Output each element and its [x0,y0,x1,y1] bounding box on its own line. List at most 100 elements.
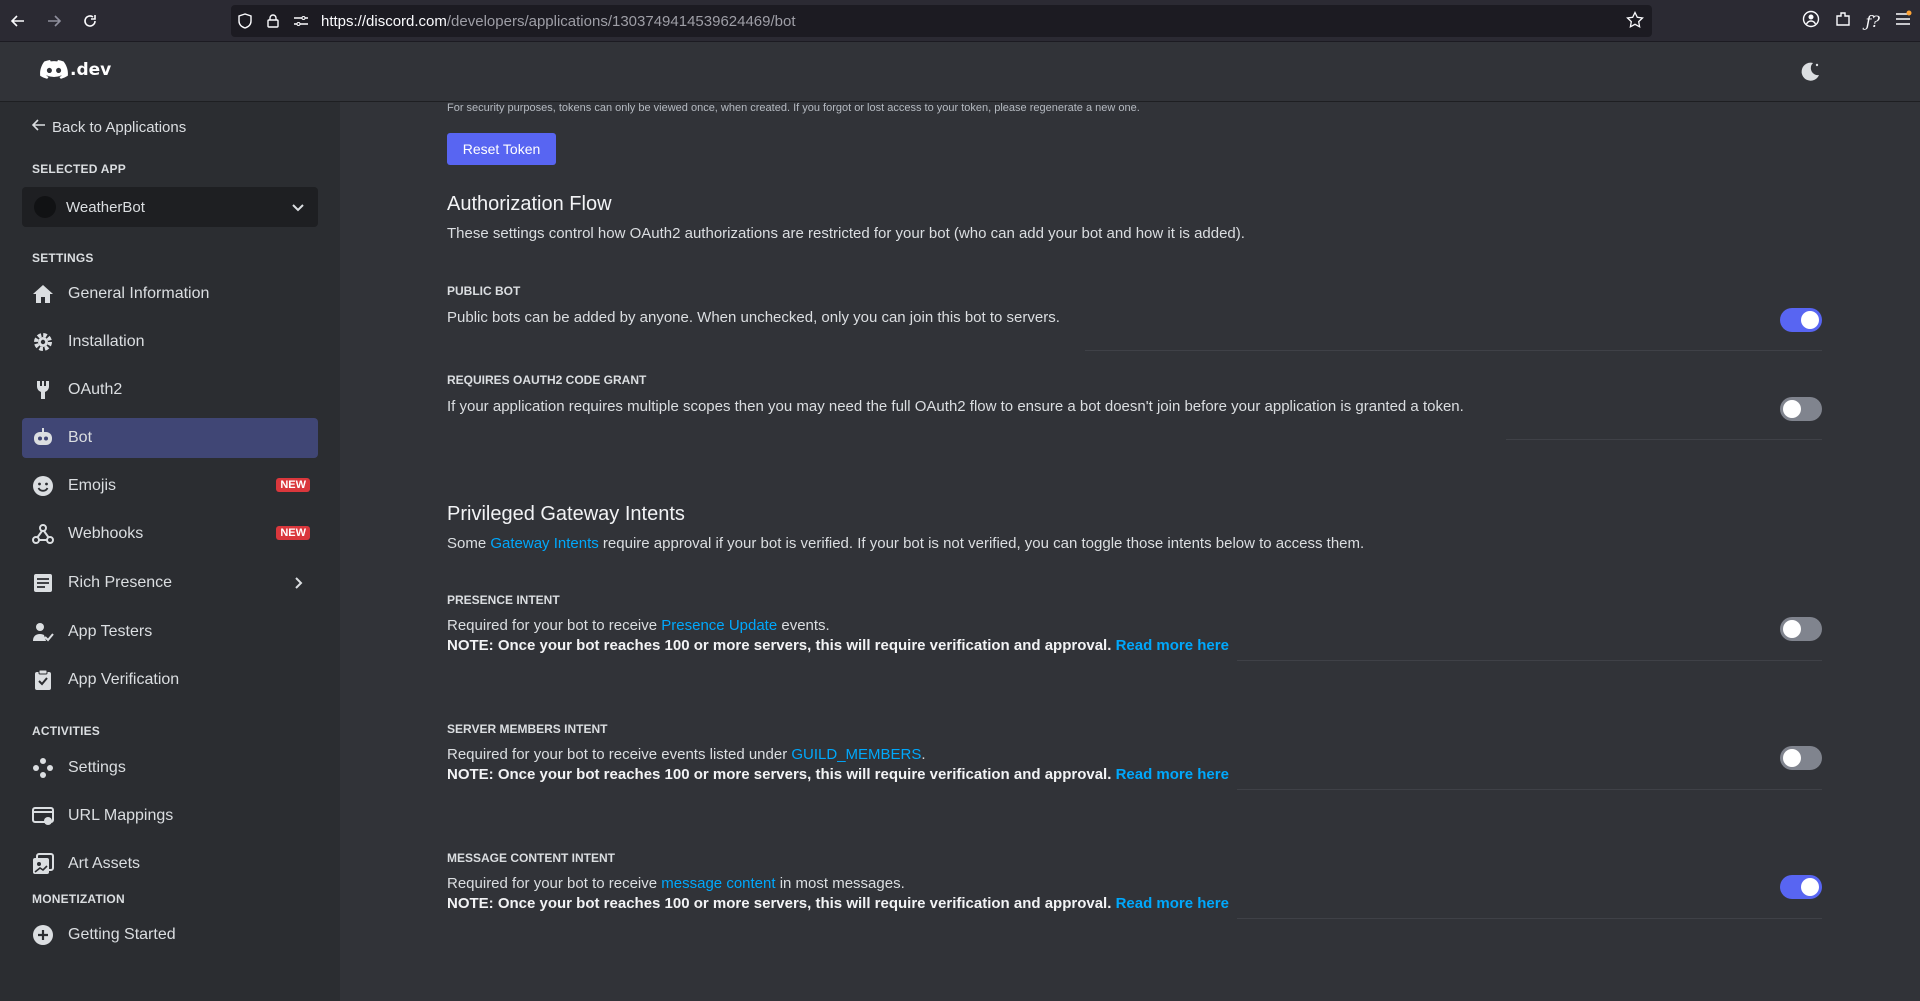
server-members-intent-toggle[interactable] [1780,746,1822,770]
sidebar-item-bot[interactable]: Bot [22,418,318,458]
smile-icon [30,473,56,499]
message-content-intent-description: Required for your bot to receive message… [447,875,905,892]
guild-members-link[interactable]: GUILD_MEMBERS [791,746,921,763]
monetization-heading: MONETIZATION [32,892,125,906]
gateway-intents-link[interactable]: Gateway Intents [490,535,598,552]
back-label: Back to Applications [52,118,187,136]
authorization-flow-description: These settings control how OAuth2 author… [447,225,1245,242]
note-text: NOTE: Once your bot reaches 100 or more … [447,637,1116,654]
reload-icon[interactable] [72,0,108,42]
back-to-applications-link[interactable]: Back to Applications [31,118,187,136]
sidebar-item-getting-started[interactable]: Getting Started [22,915,318,955]
image-icon [30,851,56,877]
sidebar-item-art-assets[interactable]: Art Assets [22,844,318,884]
sidebar-item-label: Getting Started [68,926,176,943]
public-bot-toggle[interactable] [1780,308,1822,332]
extensions-icon[interactable] [1834,10,1852,33]
browser-toolbar: https://discord.com/developers/applicati… [0,0,1920,42]
sidebar-item-label: General Information [68,285,210,302]
menu-icon[interactable] [1894,10,1912,33]
sidebar-item-label: OAuth2 [68,381,123,398]
divider [1237,789,1822,790]
toggle-knob [1783,400,1801,418]
shield-icon[interactable] [231,13,259,29]
code-grant-description: If your application requires multiple sc… [447,398,1464,415]
lock-icon[interactable] [259,14,287,28]
presence-intent-toggle[interactable] [1780,617,1822,641]
selected-app-name: WeatherBot [66,198,145,216]
reset-token-button[interactable]: Reset Token [447,133,556,165]
read-more-link[interactable]: Read more here [1116,766,1229,783]
desc-text: in most messages. [775,875,905,892]
sidebar-item-activity-settings[interactable]: Settings [22,748,318,788]
sidebar-item-app-verification[interactable]: App Verification [22,660,318,700]
message-content-link[interactable]: message content [661,875,775,892]
browser-actions: ƒ? [1802,0,1913,42]
desc-text: Required for your bot to receive [447,875,662,892]
code-grant-toggle[interactable] [1780,397,1822,421]
clipboard-check-icon [30,667,56,693]
arrow-left-icon [31,118,46,136]
message-content-intent-toggle[interactable] [1780,875,1822,899]
main-content: For security purposes, tokens can only b… [340,102,1920,1001]
presence-update-link[interactable]: Presence Update [661,617,777,634]
home-icon [30,281,56,307]
sidebar-item-emojis[interactable]: Emojis NEW [22,466,318,506]
note-text: NOTE: Once your bot reaches 100 or more … [447,895,1116,912]
bookmark-star-icon[interactable] [1626,10,1644,34]
note-text: NOTE: Once your bot reaches 100 or more … [447,766,1116,783]
sidebar-item-webhooks[interactable]: Webhooks NEW [22,514,318,554]
gamepad-icon [30,755,56,781]
public-bot-description: Public bots can be added by anyone. When… [447,309,1060,326]
theme-toggle-moon-icon[interactable] [1798,60,1822,89]
desc-text: . [921,746,926,763]
chevron-down-icon [290,199,306,220]
sidebar-item-label: URL Mappings [68,807,174,824]
read-more-link[interactable]: Read more here [1116,637,1229,654]
sidebar-item-url-mappings[interactable]: URL Mappings [22,796,318,836]
read-more-link[interactable]: Read more here [1116,895,1229,912]
sidebar-item-label: Settings [68,759,126,776]
back-arrow-icon[interactable] [0,0,36,42]
settings-heading: SETTINGS [32,251,94,265]
permissions-icon[interactable] [287,15,315,27]
discord-dev-logo[interactable]: .dev [40,60,111,80]
sidebar-item-installation[interactable]: Installation [22,322,318,362]
code-grant-label: REQUIRES OAUTH2 CODE GRANT [447,373,647,387]
divider [1506,439,1822,440]
sidebar-item-label: App Verification [68,671,180,688]
list-icon [30,570,56,596]
url-mapping-icon [30,803,56,829]
sidebar-item-rich-presence[interactable]: Rich Presence [22,563,318,603]
sidebar-item-label: App Testers [68,623,153,640]
sidebar: Back to Applications SELECTED APP Weathe… [0,102,340,1001]
public-bot-label: PUBLIC BOT [447,284,521,298]
toggle-knob [1801,878,1819,896]
bot-icon [30,425,56,451]
account-icon[interactable] [1802,10,1820,33]
app-avatar [34,196,56,218]
app-selector-dropdown[interactable]: WeatherBot [22,187,318,227]
sidebar-item-label: Webhooks [68,525,144,542]
sidebar-item-app-testers[interactable]: App Testers [22,612,318,652]
sidebar-item-oauth2[interactable]: OAuth2 [22,370,318,410]
sidebar-item-label: Installation [68,333,145,350]
new-badge: NEW [276,526,310,540]
presence-intent-label: PRESENCE INTENT [447,593,560,607]
forward-arrow-icon[interactable] [36,0,72,42]
sidebar-item-general-information[interactable]: General Information [22,274,318,314]
server-members-intent-description: Required for your bot to receive events … [447,746,926,763]
desc-text: require approval if your bot is verified… [598,535,1365,552]
url-bar[interactable]: https://discord.com/developers/applicati… [231,5,1652,37]
webhook-icon [30,521,56,547]
sidebar-item-label: Art Assets [68,855,141,872]
desc-text: Required for your bot to receive events … [447,746,792,763]
activities-heading: ACTIVITIES [32,724,101,738]
server-members-intent-label: SERVER MEMBERS INTENT [447,722,608,736]
logo-text: .dev [70,60,112,80]
divider [1237,918,1822,919]
privileged-intents-description: Some Gateway Intents require approval if… [447,535,1364,552]
sidebar-item-label: Bot [68,429,93,446]
function-icon[interactable]: ƒ? [1866,12,1881,31]
toggle-knob [1783,620,1801,638]
